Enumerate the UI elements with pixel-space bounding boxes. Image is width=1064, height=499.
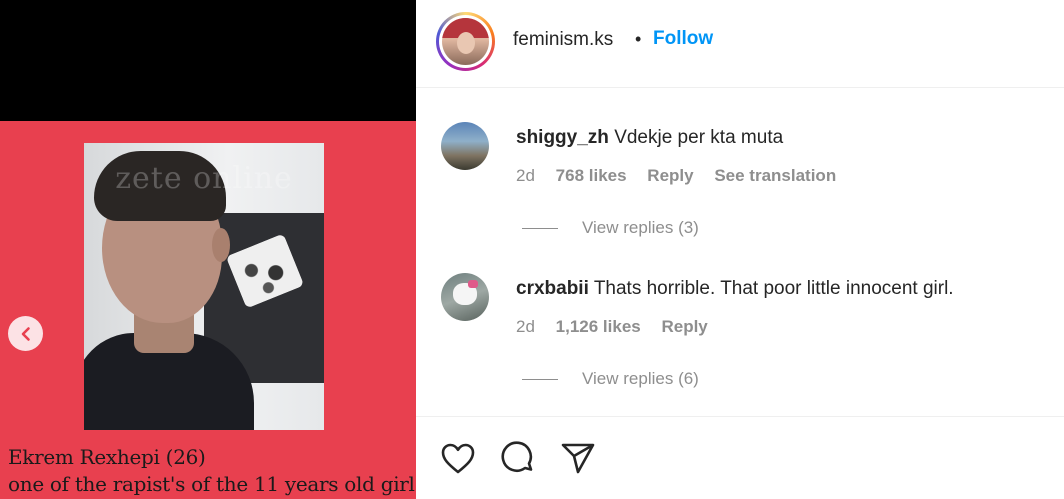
comment-meta: 2d 768 likes Reply See translation (516, 166, 852, 186)
comment-username[interactable]: shiggy_zh (516, 127, 609, 148)
comment-text: Thats horrible. That poor little innocen… (593, 278, 954, 299)
comment-avatar[interactable] (441, 273, 489, 321)
post-sidebar: feminism.ks • Follow shiggy_zh Vdekje pe… (416, 0, 1064, 499)
comment-meta: 2d 1,126 likes Reply (516, 317, 724, 337)
divider-line (522, 227, 558, 229)
post-media: zete online Ekrem Rexhepi (26) one of th… (0, 0, 416, 499)
heart-icon (441, 443, 475, 474)
previous-slide-button[interactable] (8, 316, 43, 351)
comment-age: 2d (516, 317, 535, 336)
share-icon (561, 443, 595, 474)
separator-dot: • (635, 29, 642, 49)
comment-likes[interactable]: 768 likes (556, 166, 627, 185)
view-replies-button[interactable]: View replies (6) (522, 369, 699, 389)
reply-button[interactable]: Reply (661, 317, 707, 336)
view-replies-button[interactable]: View replies (3) (522, 218, 699, 238)
view-replies-label: View replies (6) (582, 369, 699, 388)
profile-username[interactable]: feminism.ks (513, 29, 613, 51)
divider-line (522, 378, 558, 380)
comment-username[interactable]: crxbabii (516, 278, 589, 299)
comment-age: 2d (516, 166, 535, 185)
like-button[interactable] (440, 441, 476, 477)
comment-button[interactable] (500, 441, 536, 477)
profile-avatar[interactable] (436, 12, 495, 71)
post-actions-bar (416, 416, 1064, 499)
share-button[interactable] (560, 441, 596, 477)
comment-text: Vdekje per kta muta (614, 127, 784, 148)
post-image-card: zete online Ekrem Rexhepi (26) one of th… (0, 121, 416, 499)
see-translation-button[interactable]: See translation (714, 166, 836, 185)
comment-body: crxbabii Thats horrible. That poor littl… (516, 278, 954, 300)
post-caption: Ekrem Rexhepi (26) one of the rapist's o… (8, 444, 415, 498)
photo-watermark: zete online (115, 161, 293, 196)
comment-likes[interactable]: 1,126 likes (556, 317, 641, 336)
post-header: feminism.ks • Follow (416, 0, 1064, 88)
post-photo: zete online (84, 143, 324, 430)
follow-button[interactable]: Follow (653, 28, 713, 50)
comment-icon (501, 441, 533, 472)
caption-line-1: Ekrem Rexhepi (26) (8, 445, 206, 469)
caption-line-2: one of the rapist's of the 11 years old … (8, 472, 415, 496)
chevron-left-icon (21, 326, 30, 341)
reply-button[interactable]: Reply (647, 166, 693, 185)
comment-body: shiggy_zh Vdekje per kta muta (516, 127, 783, 149)
view-replies-label: View replies (3) (582, 218, 699, 237)
comment-avatar[interactable] (441, 122, 489, 170)
